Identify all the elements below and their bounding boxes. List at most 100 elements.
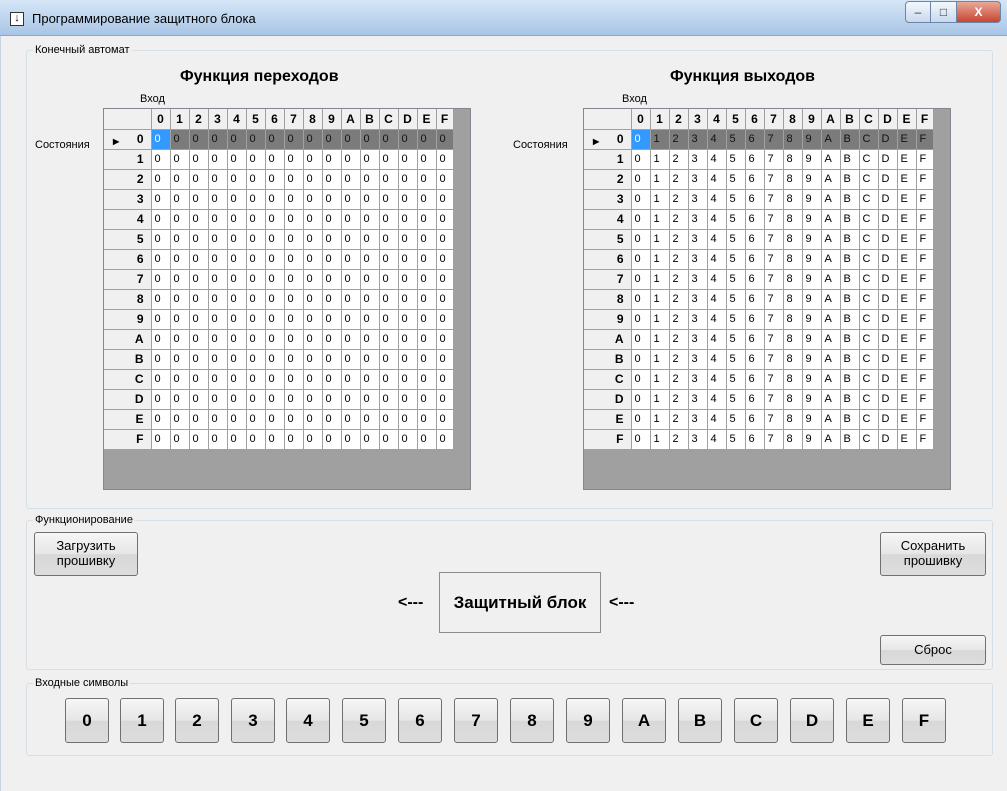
outputs-cell[interactable]: F <box>916 189 934 210</box>
transitions-cell[interactable]: 0 <box>151 149 171 170</box>
transitions-cell[interactable]: 0 <box>189 209 209 230</box>
outputs-cell[interactable]: 6 <box>745 429 765 450</box>
transitions-cell[interactable]: 0 <box>341 389 361 410</box>
transitions-cell[interactable]: 0 <box>284 429 304 450</box>
transitions-row-header[interactable]: 3 <box>104 189 152 210</box>
transitions-cell[interactable]: 0 <box>265 389 285 410</box>
transitions-row-header[interactable]: 5 <box>104 229 152 250</box>
transitions-row-header[interactable]: 1 <box>104 149 152 170</box>
outputs-cell[interactable]: 8 <box>783 409 803 430</box>
transitions-cell[interactable]: 0 <box>417 429 437 450</box>
transitions-cell[interactable]: 0 <box>398 429 418 450</box>
outputs-cell[interactable]: 5 <box>726 349 746 370</box>
transitions-cell[interactable]: 0 <box>227 329 247 350</box>
transitions-cell[interactable]: 0 <box>379 129 399 150</box>
transitions-cell[interactable]: 0 <box>170 409 190 430</box>
transitions-cell[interactable]: 0 <box>208 209 228 230</box>
outputs-cell[interactable]: A <box>821 189 841 210</box>
outputs-cell[interactable]: 7 <box>764 429 784 450</box>
outputs-cell[interactable]: F <box>916 349 934 370</box>
transitions-cell[interactable]: 0 <box>151 309 171 330</box>
transitions-cell[interactable]: 0 <box>189 269 209 290</box>
outputs-cell[interactable]: B <box>840 229 860 250</box>
transitions-cell[interactable]: 0 <box>246 289 266 310</box>
transitions-cell[interactable]: 0 <box>227 389 247 410</box>
transitions-cell[interactable]: 0 <box>303 409 323 430</box>
outputs-cell[interactable]: 9 <box>802 309 822 330</box>
outputs-cell[interactable]: A <box>821 349 841 370</box>
transitions-cell[interactable]: 0 <box>379 329 399 350</box>
transitions-cell[interactable]: 0 <box>360 329 380 350</box>
transitions-cell[interactable]: 0 <box>436 369 454 390</box>
transitions-cell[interactable]: 0 <box>341 169 361 190</box>
input-symbol-button-9[interactable]: 9 <box>566 698 610 743</box>
transitions-cell[interactable]: 0 <box>151 329 171 350</box>
outputs-cell[interactable]: 6 <box>745 389 765 410</box>
transitions-cell[interactable]: 0 <box>417 169 437 190</box>
transitions-cell[interactable]: 0 <box>151 409 171 430</box>
outputs-cell[interactable]: 9 <box>802 189 822 210</box>
outputs-cell[interactable]: 0 <box>631 309 651 330</box>
outputs-cell[interactable]: E <box>897 329 917 350</box>
outputs-cell[interactable]: 7 <box>764 349 784 370</box>
outputs-cell[interactable]: 1 <box>650 389 670 410</box>
outputs-cell[interactable]: A <box>821 169 841 190</box>
transitions-cell[interactable]: 0 <box>246 369 266 390</box>
transitions-cell[interactable]: 0 <box>227 309 247 330</box>
transitions-cell[interactable]: 0 <box>379 249 399 270</box>
outputs-cell[interactable]: 0 <box>631 129 651 150</box>
transitions-cell[interactable]: 0 <box>208 329 228 350</box>
outputs-cell[interactable]: 7 <box>764 369 784 390</box>
outputs-cell[interactable]: 0 <box>631 289 651 310</box>
transitions-cell[interactable]: 0 <box>303 289 323 310</box>
transitions-cell[interactable]: 0 <box>417 309 437 330</box>
outputs-column-header[interactable]: 0 <box>631 109 651 130</box>
outputs-row-header[interactable]: 9 <box>584 309 632 330</box>
transitions-cell[interactable]: 0 <box>189 389 209 410</box>
transitions-cell[interactable]: 0 <box>246 129 266 150</box>
transitions-cell[interactable]: 0 <box>379 369 399 390</box>
transitions-cell[interactable]: 0 <box>398 209 418 230</box>
outputs-cell[interactable]: 1 <box>650 309 670 330</box>
outputs-cell[interactable]: B <box>840 329 860 350</box>
transitions-cell[interactable]: 0 <box>265 249 285 270</box>
outputs-cell[interactable]: 5 <box>726 129 746 150</box>
transitions-cell[interactable]: 0 <box>284 309 304 330</box>
outputs-cell[interactable]: 3 <box>688 389 708 410</box>
outputs-cell[interactable]: F <box>916 389 934 410</box>
transitions-cell[interactable]: 0 <box>170 349 190 370</box>
outputs-cell[interactable]: 1 <box>650 369 670 390</box>
transitions-cell[interactable]: 0 <box>417 189 437 210</box>
outputs-cell[interactable]: 5 <box>726 189 746 210</box>
outputs-cell[interactable]: D <box>878 289 898 310</box>
outputs-cell[interactable]: A <box>821 369 841 390</box>
outputs-cell[interactable]: 5 <box>726 429 746 450</box>
outputs-cell[interactable]: 8 <box>783 429 803 450</box>
outputs-cell[interactable]: E <box>897 129 917 150</box>
outputs-cell[interactable]: 5 <box>726 309 746 330</box>
transitions-cell[interactable]: 0 <box>151 249 171 270</box>
transitions-cell[interactable]: 0 <box>208 269 228 290</box>
outputs-cell[interactable]: B <box>840 269 860 290</box>
transitions-cell[interactable]: 0 <box>398 409 418 430</box>
outputs-cell[interactable]: 9 <box>802 229 822 250</box>
transitions-cell[interactable]: 0 <box>265 229 285 250</box>
transitions-row-header[interactable]: F <box>104 429 152 450</box>
transitions-cell[interactable]: 0 <box>360 409 380 430</box>
transitions-cell[interactable]: 0 <box>379 169 399 190</box>
transitions-cell[interactable]: 0 <box>208 349 228 370</box>
transitions-cell[interactable]: 0 <box>170 429 190 450</box>
input-symbol-button-4[interactable]: 4 <box>286 698 330 743</box>
transitions-cell[interactable]: 0 <box>284 129 304 150</box>
outputs-cell[interactable]: 0 <box>631 349 651 370</box>
transitions-cell[interactable]: 0 <box>417 349 437 370</box>
outputs-cell[interactable]: D <box>878 229 898 250</box>
transitions-cell[interactable]: 0 <box>189 309 209 330</box>
reset-button[interactable]: Сброс <box>880 635 986 665</box>
transitions-cell[interactable]: 0 <box>170 189 190 210</box>
outputs-cell[interactable]: A <box>821 149 841 170</box>
transitions-cell[interactable]: 0 <box>341 289 361 310</box>
transitions-cell[interactable]: 0 <box>436 389 454 410</box>
transitions-cell[interactable]: 0 <box>246 169 266 190</box>
outputs-cell[interactable]: C <box>859 389 879 410</box>
